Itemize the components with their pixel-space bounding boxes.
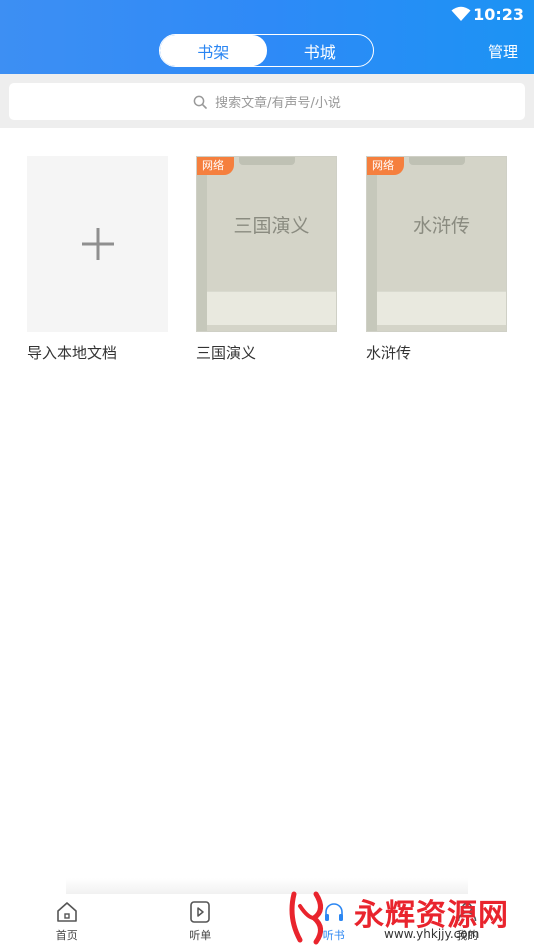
import-label: 导入本地文档 xyxy=(27,344,118,362)
book-title: 水浒传 xyxy=(366,344,412,362)
brand-logo-icon xyxy=(289,891,323,945)
book-item[interactable]: 水浒传 网络 水浒传 xyxy=(366,156,507,363)
top-bar: 10:23 书架 书城 管理 xyxy=(0,0,534,74)
book-spine xyxy=(367,157,377,331)
network-badge: 网络 xyxy=(367,157,404,175)
tabbar-label: 听单 xyxy=(189,929,212,942)
search-bar-area: 搜索文章/有声号/小说 xyxy=(0,74,534,128)
import-cover[interactable] xyxy=(27,156,168,332)
book-cover[interactable]: 三国演义 网络 xyxy=(196,156,337,332)
watermark-url: www.yhkjjy.com xyxy=(384,927,480,941)
tab-bookshelf[interactable]: 书架 xyxy=(160,35,267,66)
manage-button[interactable]: 管理 xyxy=(488,41,518,62)
home-icon xyxy=(56,902,77,922)
import-local-doc[interactable]: 导入本地文档 xyxy=(27,156,168,363)
shelf-mall-switch: 书架 书城 xyxy=(159,34,374,67)
book-cover[interactable]: 水浒传 网络 xyxy=(366,156,507,332)
plus-icon xyxy=(81,228,114,260)
book-item[interactable]: 三国演义 网络 三国演义 xyxy=(196,156,337,363)
search-placeholder: 搜索文章/有声号/小说 xyxy=(215,96,341,111)
tabbar-item-home[interactable]: 首页 xyxy=(0,894,134,949)
cover-title: 水浒传 xyxy=(412,215,470,237)
search-input[interactable]: 搜索文章/有声号/小说 xyxy=(9,83,525,120)
wifi-icon xyxy=(451,6,471,21)
status-time: 10:23 xyxy=(473,5,524,24)
cover-decoration xyxy=(239,157,295,165)
book-title: 三国演义 xyxy=(196,344,257,362)
tab-bookstore[interactable]: 书城 xyxy=(267,35,374,66)
tabbar-item-playlist[interactable]: 听单 xyxy=(134,894,268,949)
book-spine xyxy=(197,157,207,331)
cover-band xyxy=(207,291,336,325)
tabbar-label: 首页 xyxy=(55,929,78,942)
search-icon xyxy=(193,95,207,109)
watermark: 永辉资源网 www.yhkjjy.com xyxy=(286,888,526,946)
play-icon xyxy=(190,901,211,923)
cover-decoration xyxy=(409,157,465,165)
cover-band xyxy=(377,291,506,325)
cover-title: 三国演义 xyxy=(233,215,310,237)
network-badge: 网络 xyxy=(197,157,234,175)
